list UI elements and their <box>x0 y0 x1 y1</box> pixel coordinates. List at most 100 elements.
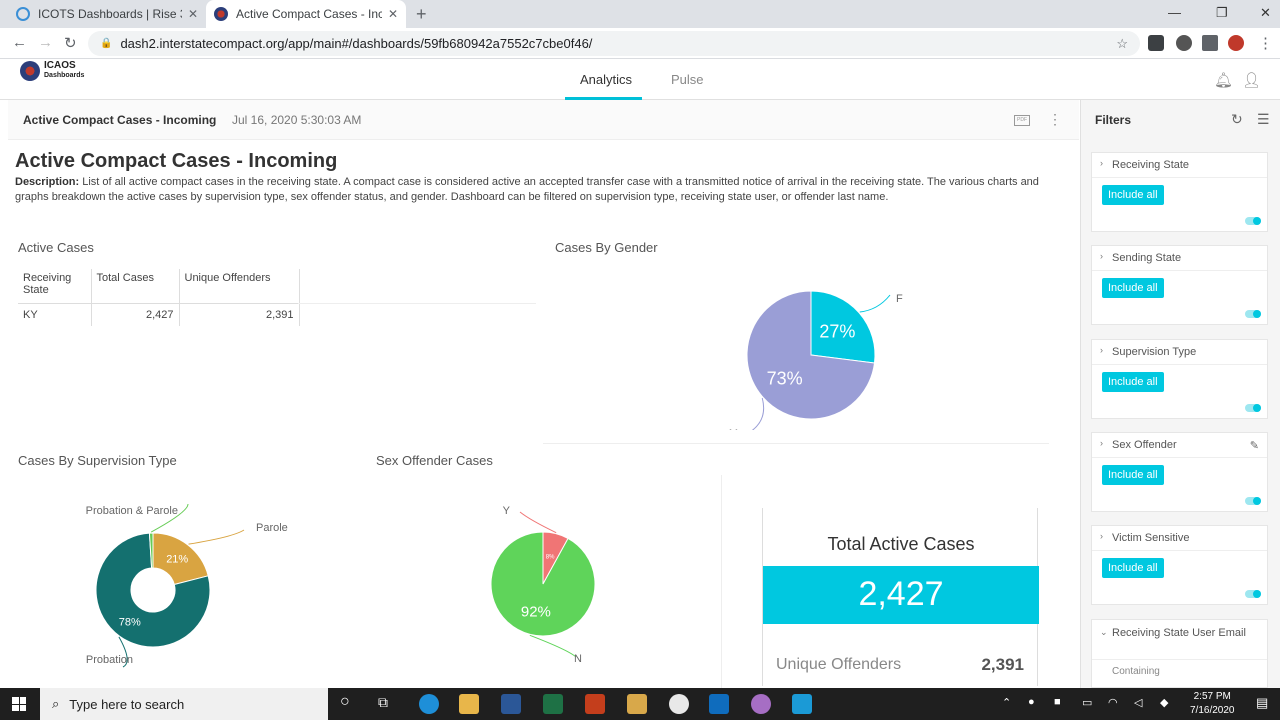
tray-chevron-icon[interactable]: ⌃ <box>1002 696 1011 709</box>
filter-label[interactable]: Supervision Type <box>1112 346 1196 358</box>
pdf-export-icon[interactable]: PDF <box>1014 115 1030 126</box>
filter-label[interactable]: Receiving State User Email <box>1112 627 1246 639</box>
close-tab-icon[interactable]: ✕ <box>388 7 398 21</box>
browser-tab-active-cases[interactable]: Active Compact Cases - Incoming ✕ <box>206 0 406 28</box>
clock-date: 7/16/2020 <box>1190 705 1235 716</box>
lock-icon: 🔒 <box>100 38 113 49</box>
new-tab-icon[interactable]: + <box>416 4 427 25</box>
reset-filters-icon[interactable]: ↻ <box>1231 111 1243 128</box>
extensions-puzzle-icon[interactable] <box>1202 35 1218 51</box>
table-header-row: Receiving State Total Cases Unique Offen… <box>18 269 300 304</box>
minimize-icon[interactable]: — <box>1168 5 1181 20</box>
close-tab-icon[interactable]: ✕ <box>188 7 198 21</box>
window-close-icon[interactable]: ✕ <box>1260 5 1271 21</box>
icaos-favicon-icon <box>214 7 228 21</box>
chevron-right-icon[interactable]: › <box>1100 251 1103 261</box>
category-label: N <box>574 653 582 665</box>
chevron-right-icon[interactable]: › <box>1100 345 1103 355</box>
category-label: Probation & Parole <box>86 505 178 517</box>
dashboard-toolbar: Active Compact Cases - Incoming Jul 16, … <box>8 100 1079 140</box>
filter-toggle[interactable] <box>1245 497 1261 505</box>
chevron-right-icon[interactable]: › <box>1100 531 1103 541</box>
dropbox-icon[interactable]: ◆ <box>1160 696 1168 709</box>
chrome-menu-icon[interactable]: ⋮ <box>1258 34 1273 52</box>
edge-icon[interactable] <box>419 694 439 714</box>
edit-pencil-icon[interactable]: ✎ <box>1250 439 1259 452</box>
include-all-button[interactable]: Include all <box>1102 185 1164 205</box>
filter-label[interactable]: Sex Offender <box>1112 439 1177 451</box>
kpi-title: Total Active Cases <box>827 534 975 554</box>
profile-avatar-icon[interactable] <box>1228 35 1244 51</box>
tray-app-icon[interactable]: ● <box>1028 696 1035 708</box>
filters-menu-icon[interactable]: ☰ <box>1257 111 1270 128</box>
notification-center-icon[interactable]: ▤ <box>1256 695 1268 711</box>
include-all-button[interactable]: Include all <box>1102 465 1164 485</box>
category-label: M <box>729 428 738 430</box>
filter-card-user-email: ⌄ Receiving State User Email Containing <box>1091 619 1268 688</box>
dashboard-name: Active Compact Cases - Incoming <box>23 113 217 127</box>
widget-title-supervision: Cases By Supervision Type <box>18 453 177 468</box>
extension-icon[interactable] <box>1148 35 1164 51</box>
back-icon[interactable]: ← <box>12 34 27 51</box>
bookmark-star-icon[interactable]: ☆ <box>1116 36 1128 52</box>
slice-value-label: 27% <box>819 322 855 342</box>
word-icon[interactable] <box>501 694 521 714</box>
taskbar-search-box[interactable]: ⌕ Type here to search <box>40 688 328 720</box>
dashboard-description: Description: List of all active compact … <box>15 175 1075 205</box>
column-header[interactable]: Total Cases <box>91 269 180 304</box>
excel-icon[interactable] <box>543 694 563 714</box>
filter-toggle[interactable] <box>1245 217 1261 225</box>
battery-icon[interactable]: ▭ <box>1082 696 1092 709</box>
taskbar-clock[interactable]: 2:57 PM 7/16/2020 <box>1190 690 1235 718</box>
snagit-icon[interactable] <box>792 694 812 714</box>
maximize-icon[interactable]: ❐ <box>1216 5 1228 21</box>
wifi-icon[interactable]: ◠ <box>1108 696 1118 709</box>
browser-tab-rise360[interactable]: ICOTS Dashboards | Rise 360 ✕ <box>8 0 206 28</box>
browser-tab-title: Active Compact Cases - Incoming <box>236 7 382 21</box>
forward-icon[interactable]: → <box>38 34 53 51</box>
reload-icon[interactable]: ↻ <box>64 34 77 52</box>
filter-toggle[interactable] <box>1245 404 1261 412</box>
leader-line <box>519 511 557 534</box>
nav-tab-pulse[interactable]: Pulse <box>671 72 704 87</box>
category-label: Parole <box>256 522 288 534</box>
column-header[interactable]: Receiving State <box>18 269 92 304</box>
cortana-icon[interactable]: ○ <box>340 693 350 711</box>
category-label: Y <box>503 505 511 517</box>
chevron-right-icon[interactable]: › <box>1100 438 1103 448</box>
storyline-icon[interactable] <box>751 694 771 714</box>
supervision-donut-chart: 21% Parole 78% Probation Probation & Parole <box>86 503 288 668</box>
include-all-button[interactable]: Include all <box>1102 558 1164 578</box>
nav-tab-analytics[interactable]: Analytics <box>580 72 632 87</box>
chevron-right-icon[interactable]: › <box>1100 158 1103 168</box>
icaos-logo[interactable]: ICAOS Dashboards <box>20 61 84 81</box>
filter-toggle[interactable] <box>1245 590 1261 598</box>
tray-outlook-icon[interactable]: ■ <box>1054 696 1061 708</box>
include-all-button[interactable]: Include all <box>1102 372 1164 392</box>
chevron-down-icon[interactable]: ⌄ <box>1100 625 1108 639</box>
slice-value-label: 21% <box>166 553 188 565</box>
app-icon[interactable] <box>627 694 647 714</box>
file-explorer-icon[interactable] <box>459 694 479 714</box>
more-options-icon[interactable]: ⋮ <box>1048 111 1062 128</box>
chrome-icon[interactable] <box>669 694 689 714</box>
filter-label[interactable]: Victim Sensitive <box>1112 532 1189 544</box>
outlook-icon[interactable] <box>709 694 729 714</box>
filter-label[interactable]: Sending State <box>1112 252 1181 264</box>
include-all-button[interactable]: Include all <box>1102 278 1164 298</box>
browser-tab-strip: ICOTS Dashboards | Rise 360 ✕ Active Com… <box>0 0 1280 28</box>
task-view-icon[interactable]: ⧉ <box>378 694 388 711</box>
filter-label[interactable]: Receiving State <box>1112 159 1189 171</box>
url-field[interactable]: 🔒 dash2.interstatecompact.org/app/main#/… <box>88 31 1140 56</box>
table-cell: 2,391 <box>179 303 300 326</box>
filter-toggle[interactable] <box>1245 310 1261 318</box>
powerpoint-icon[interactable] <box>585 694 605 714</box>
extension-icon[interactable] <box>1176 35 1192 51</box>
notifications-bell-icon[interactable]: 🔔︎ <box>1214 71 1233 89</box>
user-profile-icon[interactable]: 👤︎ <box>1242 71 1261 89</box>
kpi-sub-value: 2,391 <box>981 655 1024 674</box>
kpi-value: 2,427 <box>763 566 1039 624</box>
column-header[interactable]: Unique Offenders <box>179 269 300 304</box>
volume-icon[interactable]: ◁ <box>1134 696 1142 709</box>
windows-start-icon[interactable] <box>12 697 26 711</box>
